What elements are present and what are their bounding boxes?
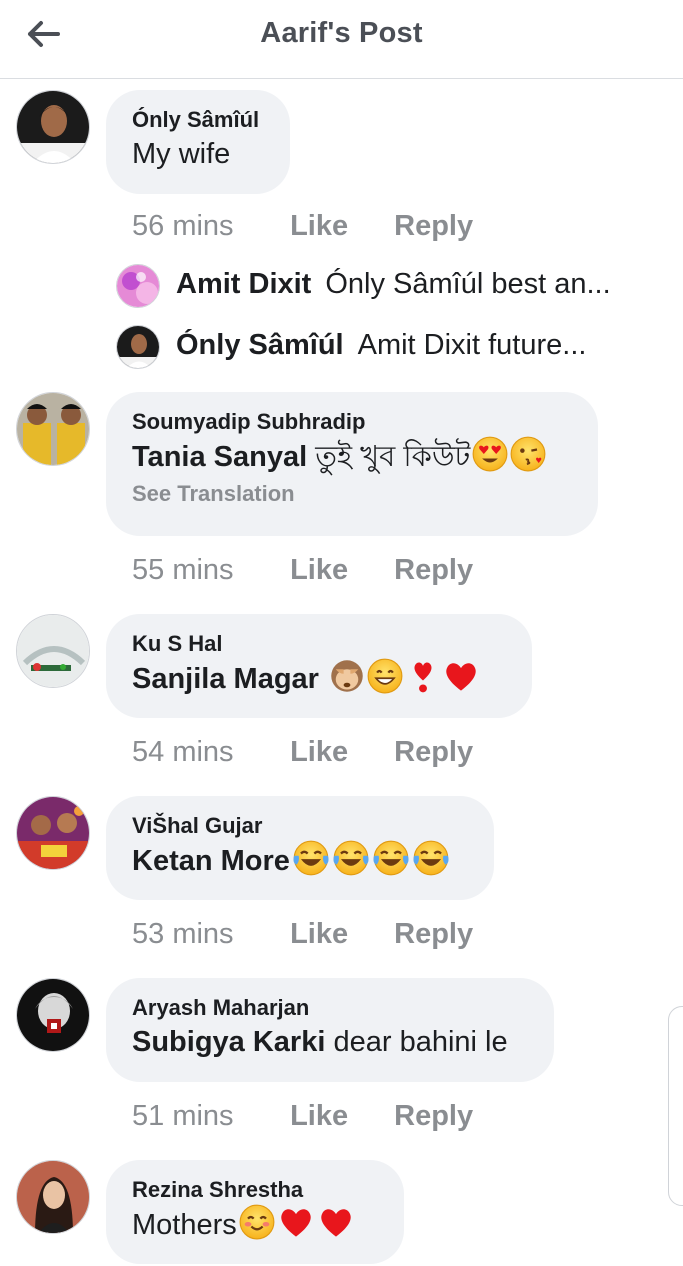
top-bar: Aarif's Post	[0, 0, 683, 79]
comment-text: Tania Sanyal তুই খুব কিউট	[132, 436, 572, 477]
comment-bubble: Ku S Hal Sanjila Magar	[106, 614, 532, 718]
kiss-emoji	[510, 436, 546, 472]
reply-preview: Ónly Sâmîúl Amit Dixit future...	[176, 329, 646, 362]
comment-bubble: ViŠhal Gujar Ketan More	[106, 796, 494, 900]
avatar[interactable]	[16, 90, 90, 164]
mention-link[interactable]: Sanjila Magar	[132, 663, 319, 695]
like-button[interactable]: Like	[290, 210, 386, 243]
comment-time: 54 mins	[132, 736, 234, 768]
reply-preview: Amit Dixit Ónly Sâmîúl best an...	[176, 268, 646, 301]
comment-time: 51 mins	[132, 1100, 234, 1132]
red-heart-emoji	[446, 663, 476, 691]
see-no-evil-emoji	[331, 660, 363, 692]
red-heart-emoji	[321, 1209, 351, 1237]
see-translation-link[interactable]: See Translation	[132, 479, 572, 509]
comment-author[interactable]: ViŠhal Gujar	[132, 812, 468, 840]
like-button[interactable]: Like	[290, 1100, 386, 1133]
reply-button[interactable]: Reply	[394, 1100, 473, 1133]
reply-button[interactable]: Reply	[394, 736, 473, 769]
reply-author: Amit Dixit	[176, 268, 312, 300]
comment-body: তুই খুব কিউট	[315, 441, 471, 473]
reply-button[interactable]: Reply	[394, 210, 473, 243]
comment-body: dear bahini le	[333, 1026, 508, 1058]
reply-button[interactable]: Reply	[394, 918, 473, 951]
tears-of-joy-emoji	[373, 840, 409, 876]
comment-time: 55 mins	[132, 554, 234, 586]
reply-text: Amit Dixit future...	[357, 329, 587, 361]
like-button[interactable]: Like	[290, 918, 386, 951]
like-button[interactable]: Like	[290, 554, 386, 587]
floating-panel-edge[interactable]	[668, 1006, 683, 1206]
comment-author[interactable]: Soumyadip Subhradip	[132, 408, 572, 436]
comment-author[interactable]: Ku S Hal	[132, 630, 506, 658]
avatar[interactable]	[16, 392, 90, 466]
comment-text: Sanjila Magar	[132, 658, 506, 699]
comment-bubble: Aryash Maharjan Subigya Karki dear bahin…	[106, 978, 554, 1082]
comment-body: Mothers	[132, 1209, 237, 1241]
avatar[interactable]	[16, 1160, 90, 1234]
comment-actions: 54 mins Like Reply	[132, 736, 473, 769]
comment-author[interactable]: Aryash Maharjan	[132, 994, 528, 1022]
comment-actions: 55 mins Like Reply	[132, 554, 473, 587]
comment-text: Subigya Karki dear bahini le	[132, 1022, 528, 1062]
comment-text: My wife	[132, 138, 231, 170]
avatar	[116, 264, 160, 308]
comment-bubble: Soumyadip Subhradip Tania Sanyal তুই খুব…	[106, 392, 598, 536]
exclamation-heart-emoji	[414, 662, 432, 693]
reply-item[interactable]: Amit Dixit Ónly Sâmîúl best an...	[116, 264, 676, 310]
heart-eyes-emoji	[472, 436, 508, 472]
mention-link[interactable]: Ketan More	[132, 845, 290, 877]
like-button[interactable]: Like	[290, 736, 386, 769]
avatar	[116, 325, 160, 369]
page-title: Aarif's Post	[260, 17, 423, 49]
avatar[interactable]	[16, 796, 90, 870]
comment-bubble: Rezina Shrestha Mothers	[106, 1160, 404, 1264]
avatar[interactable]	[16, 978, 90, 1052]
comment-time: 56 mins	[132, 210, 234, 242]
avatar[interactable]	[16, 614, 90, 688]
red-heart-emoji	[281, 1209, 311, 1237]
mention-link[interactable]: Subigya Karki	[132, 1026, 325, 1058]
comment-actions: 51 mins Like Reply	[132, 1100, 473, 1133]
comment-text: Ketan More	[132, 840, 468, 881]
comment-time: 53 mins	[132, 918, 234, 950]
reply-item[interactable]: Ónly Sâmîúl Amit Dixit future...	[116, 325, 676, 371]
tears-of-joy-emoji	[293, 840, 329, 876]
grin-emoji	[367, 658, 403, 694]
reply-button[interactable]: Reply	[394, 554, 473, 587]
comment-bubble: Ónly Sâmîúl My wife	[106, 90, 290, 194]
comment-actions: 56 mins Like Reply	[132, 210, 473, 243]
comment-actions: 53 mins Like Reply	[132, 918, 473, 951]
comment-text: Mothers	[132, 1204, 378, 1245]
comment-author[interactable]: Ónly Sâmîúl	[132, 106, 264, 134]
comment-author[interactable]: Rezina Shrestha	[132, 1176, 378, 1204]
reply-text: Ónly Sâmîúl best an...	[325, 268, 611, 300]
tears-of-joy-emoji	[413, 840, 449, 876]
blush-emoji	[239, 1204, 275, 1240]
mention-link[interactable]: Tania Sanyal	[132, 441, 307, 473]
tears-of-joy-emoji	[333, 840, 369, 876]
reply-author: Ónly Sâmîúl	[176, 329, 344, 361]
